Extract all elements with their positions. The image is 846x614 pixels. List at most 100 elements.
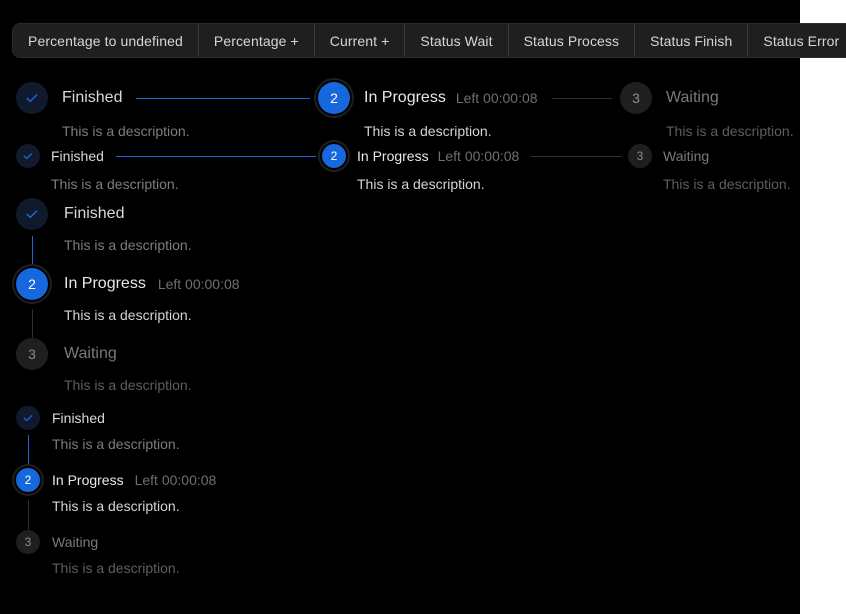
vertical-steps-small: Finished This is a description. 2 In Pro…	[16, 406, 416, 581]
step-body: In Progress Left 00:00:08 This is a desc…	[52, 468, 416, 530]
step-description: This is a description.	[357, 176, 485, 192]
step-description: This is a description.	[364, 123, 492, 139]
step-description: This is a description.	[62, 123, 190, 139]
button-status-process[interactable]: Status Process	[508, 24, 636, 57]
step-description: This is a description.	[52, 560, 180, 576]
step-header: 3 Waiting	[620, 82, 791, 114]
step-item[interactable]: Finished This is a description.	[16, 82, 318, 142]
step-header: Finished	[52, 406, 416, 430]
check-icon	[23, 153, 33, 160]
step-item[interactable]: 3 Waiting This is a description.	[628, 144, 791, 195]
step-title: Finished	[51, 148, 104, 164]
vertical-steps-default: Finished This is a description. 2 In Pro…	[16, 198, 416, 398]
button-percentage-increment[interactable]: Percentage +	[198, 24, 315, 57]
button-status-finish[interactable]: Status Finish	[635, 24, 749, 57]
step-connector	[27, 500, 29, 530]
step-rail	[16, 198, 48, 268]
step-title: In Progress	[364, 89, 446, 106]
button-percentage-to-undefined[interactable]: Percentage to undefined	[13, 24, 199, 57]
step-description: This is a description.	[52, 498, 180, 514]
step-header: In Progress Left 00:00:08	[52, 468, 416, 492]
step-title: In Progress	[64, 275, 146, 292]
step-title: Waiting	[663, 148, 710, 164]
step-title: Finished	[52, 410, 105, 426]
step-header: Waiting	[52, 530, 416, 554]
step-description: This is a description.	[52, 436, 180, 452]
step-subtitle: Left 00:00:08	[134, 472, 217, 488]
step-icon-wait: 3	[16, 530, 40, 554]
step-title: Finished	[62, 89, 123, 106]
step-item[interactable]: Finished This is a description.	[16, 144, 322, 195]
step-connector	[27, 435, 29, 468]
step-subtitle: Left 00:00:08	[157, 276, 240, 292]
step-rail: 2	[16, 468, 40, 530]
step-title: Waiting	[64, 345, 117, 362]
step-icon-finish	[16, 82, 48, 114]
step-title: Waiting	[52, 534, 99, 550]
step-description: This is a description.	[64, 377, 192, 393]
step-subtitle: Left 00:00:08	[437, 148, 520, 164]
step-icon-process: 2	[16, 268, 48, 300]
step-item[interactable]: 2 In Progress Left 00:00:08 This is a de…	[318, 82, 620, 142]
step-title: Waiting	[666, 89, 719, 106]
step-icon-wait: 3	[620, 82, 652, 114]
step-icon-wait: 3	[628, 144, 652, 168]
step-subtitle: Left 00:00:08	[455, 90, 538, 106]
step-body: Waiting This is a description.	[64, 338, 416, 398]
step-description: This is a description.	[666, 123, 794, 139]
step-title: In Progress	[52, 472, 124, 488]
check-icon	[26, 94, 38, 103]
step-header: Finished	[16, 82, 318, 114]
step-connector	[31, 309, 33, 338]
page-overlay: Percentage to undefined Percentage + Cur…	[0, 0, 846, 614]
step-body: Waiting This is a description.	[52, 530, 416, 581]
step-item[interactable]: 2 In Progress Left 00:00:08 This is a de…	[16, 468, 416, 530]
step-body: Finished This is a description.	[64, 198, 416, 268]
step-title: In Progress	[357, 148, 429, 164]
horizontal-steps-default: Finished This is a description. 2 In Pro…	[16, 82, 794, 142]
toolbar: Percentage to undefined Percentage + Cur…	[13, 24, 846, 57]
step-description: This is a description.	[64, 307, 192, 323]
step-header: 2 In Progress Left 00:00:08	[318, 82, 620, 114]
step-connector	[31, 236, 33, 268]
step-body: Finished This is a description.	[52, 406, 416, 468]
step-description: This is a description.	[64, 237, 192, 253]
step-rail: 3	[16, 338, 48, 398]
step-connector	[531, 155, 622, 157]
step-connector	[136, 97, 310, 99]
step-header: In Progress Left 00:00:08	[64, 268, 416, 300]
step-icon-finish	[16, 406, 40, 430]
step-item[interactable]: 3 Waiting This is a description.	[16, 530, 416, 581]
horizontal-steps-small: Finished This is a description. 2 In Pro…	[16, 144, 791, 195]
step-icon-process: 2	[322, 144, 346, 168]
step-header: 3 Waiting	[628, 144, 791, 168]
step-icon-wait: 3	[16, 338, 48, 370]
button-current-increment[interactable]: Current +	[314, 24, 406, 57]
step-icon-process: 2	[16, 468, 40, 492]
button-status-wait[interactable]: Status Wait	[405, 24, 509, 57]
step-connector	[551, 97, 612, 99]
step-description: This is a description.	[51, 176, 179, 192]
step-title: Finished	[64, 205, 125, 222]
step-body: In Progress Left 00:00:08 This is a desc…	[64, 268, 416, 338]
step-rail	[16, 406, 40, 468]
step-header: 2 In Progress Left 00:00:08	[322, 144, 628, 168]
step-icon-finish	[16, 198, 48, 230]
step-icon-finish	[16, 144, 40, 168]
step-rail: 3	[16, 530, 40, 581]
step-item[interactable]: Finished This is a description.	[16, 406, 416, 468]
step-item[interactable]: Finished This is a description.	[16, 198, 416, 268]
step-item[interactable]: 2 In Progress Left 00:00:08 This is a de…	[322, 144, 628, 195]
step-icon-process: 2	[318, 82, 350, 114]
step-connector	[115, 155, 316, 157]
step-description: This is a description.	[663, 176, 791, 192]
check-icon	[26, 210, 38, 219]
step-item[interactable]: 3 Waiting This is a description.	[620, 82, 794, 142]
step-header: Waiting	[64, 338, 416, 370]
step-rail: 2	[16, 268, 48, 338]
step-header: Finished	[64, 198, 416, 230]
button-status-error[interactable]: Status Error	[748, 24, 846, 57]
step-item[interactable]: 2 In Progress Left 00:00:08 This is a de…	[16, 268, 416, 338]
step-item[interactable]: 3 Waiting This is a description.	[16, 338, 416, 398]
step-header: Finished	[16, 144, 322, 168]
